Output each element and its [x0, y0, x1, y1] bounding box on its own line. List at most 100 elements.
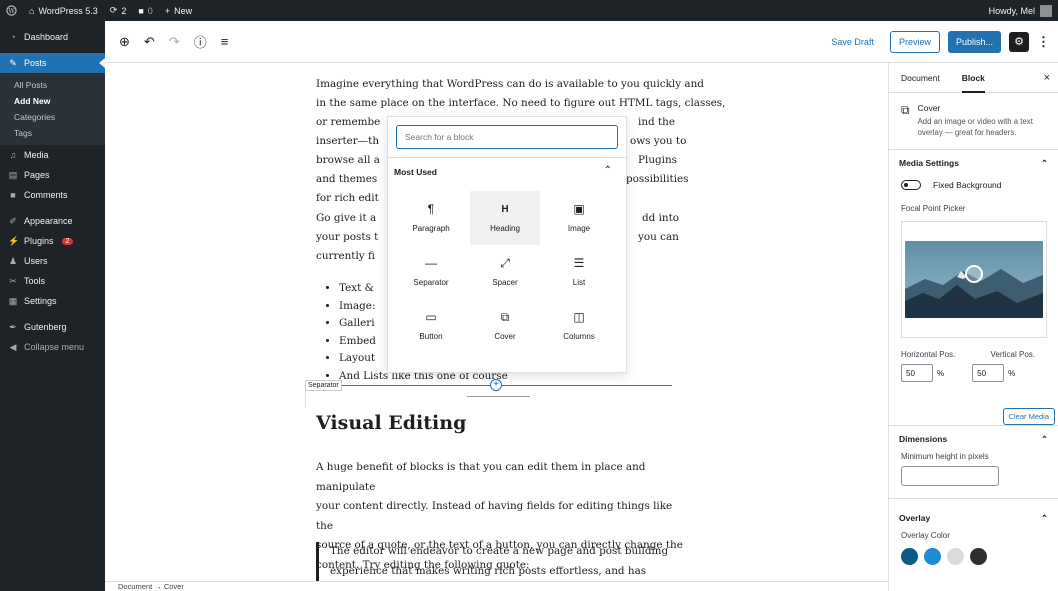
- sidebar-item-comments[interactable]: ■ Comments: [0, 185, 105, 205]
- separator-block-label: Separator: [305, 380, 342, 391]
- overlay-color-label: Overlay Color: [901, 531, 950, 540]
- block-card-title: Cover: [917, 103, 941, 113]
- block-item-button[interactable]: ▭ Button: [396, 299, 466, 353]
- cover-icon: ⧉: [901, 103, 910, 117]
- submenu-categories[interactable]: Categories: [0, 109, 105, 125]
- redo-icon[interactable]: ↷: [169, 34, 180, 50]
- add-block-icon[interactable]: ⊕: [119, 34, 130, 50]
- color-swatch[interactable]: [970, 548, 987, 565]
- inserter-toggle-plus-icon[interactable]: +: [490, 379, 502, 391]
- sidebar-item-posts[interactable]: ✎ Posts: [0, 53, 105, 73]
- sidebar-item-dashboard[interactable]: ◔ Dashboard: [0, 27, 105, 47]
- chevron-up-icon: ⌃: [1040, 157, 1048, 168]
- updates-link[interactable]: ⟳ 2: [104, 0, 133, 21]
- block-item-label: Spacer: [492, 278, 518, 287]
- submenu-add-new[interactable]: Add New: [0, 93, 105, 109]
- users-icon: ♟: [8, 255, 18, 266]
- preview-button[interactable]: Preview: [889, 30, 940, 53]
- comments-link[interactable]: ■ 0: [132, 0, 158, 21]
- min-height-input[interactable]: [901, 466, 999, 486]
- dimensions-toggle[interactable]: Dimensions ⌃: [889, 426, 1058, 452]
- tab-block[interactable]: Block: [961, 63, 985, 93]
- account-menu[interactable]: Howdy, Mel: [989, 4, 1058, 17]
- paragraph-line: possibilities: [626, 173, 689, 185]
- color-swatch[interactable]: [947, 548, 964, 565]
- vertical-pos-input[interactable]: 50: [972, 364, 1005, 382]
- overlay-color-swatches: [889, 548, 1058, 565]
- focal-point-picker[interactable]: [901, 221, 1047, 338]
- sidebar-item-media[interactable]: ♫ Media: [0, 145, 105, 165]
- sidebar-item-label: Dashboard: [24, 32, 69, 42]
- undo-icon[interactable]: ↶: [144, 34, 155, 50]
- plus-icon: +: [164, 5, 171, 16]
- sidebar-item-settings[interactable]: ▦ Settings: [0, 291, 105, 311]
- submenu-tags[interactable]: Tags: [0, 125, 105, 141]
- media-icon: ♫: [9, 150, 17, 160]
- block-item-image[interactable]: ▣ Image: [544, 191, 614, 245]
- site-name-link[interactable]: ⌂ WordPress 5.3: [23, 0, 104, 21]
- sidebar-item-plugins[interactable]: ⚡ Plugins 2: [0, 231, 105, 251]
- chevron-up-icon: ⌃: [1040, 512, 1048, 523]
- block-item-cover[interactable]: ⧉ Cover: [470, 299, 540, 353]
- button-icon: ▭: [425, 310, 437, 324]
- heading-block[interactable]: Visual Editing: [316, 412, 466, 434]
- color-swatch[interactable]: [901, 548, 918, 565]
- close-icon[interactable]: ×: [1044, 72, 1050, 84]
- new-label: New: [174, 5, 193, 16]
- fixed-background-toggle[interactable]: [901, 180, 921, 190]
- svg-text:W: W: [8, 7, 15, 15]
- info-icon[interactable]: ⓘ: [194, 32, 207, 51]
- sidebar-item-pages[interactable]: ▤ Pages: [0, 165, 105, 185]
- posts-submenu: All Posts Add New Categories Tags: [0, 73, 105, 145]
- settings-icon: ▦: [8, 295, 18, 306]
- dimensions-title: Dimensions: [899, 434, 948, 444]
- overlay-toggle[interactable]: Overlay ⌃: [889, 505, 1058, 531]
- sidebar-item-users[interactable]: ♟ Users: [0, 251, 105, 271]
- block-search-input[interactable]: Search for a block: [396, 125, 618, 149]
- block-item-paragraph[interactable]: ¶ Paragraph: [396, 191, 466, 245]
- horizontal-pos-input[interactable]: 50: [901, 364, 933, 382]
- position-inputs: 50 % 50 %: [889, 364, 1058, 382]
- sidebar-item-gutenberg[interactable]: ✒ Gutenberg: [0, 317, 105, 337]
- block-breadcrumb[interactable]: Document → Cover: [105, 581, 888, 591]
- media-settings-toggle[interactable]: Media Settings ⌃: [889, 150, 1058, 176]
- block-item-spacer[interactable]: ⤢ Spacer: [470, 245, 540, 299]
- sidebar-item-label: Users: [24, 256, 48, 266]
- focal-point-handle[interactable]: [965, 265, 983, 283]
- columns-icon: ◫: [573, 310, 585, 324]
- block-navigation-icon[interactable]: ≡: [221, 34, 229, 49]
- save-draft-button[interactable]: Save Draft: [823, 37, 882, 47]
- new-content-link[interactable]: + New: [159, 0, 198, 21]
- block-item-label: Columns: [563, 332, 595, 341]
- submenu-all-posts[interactable]: All Posts: [0, 77, 105, 93]
- most-used-heading[interactable]: Most Used: [394, 167, 437, 177]
- color-swatch[interactable]: [924, 548, 941, 565]
- tab-document[interactable]: Document: [901, 63, 940, 93]
- quote-block[interactable]: The editor will endeavor to create a new…: [316, 542, 686, 581]
- settings-gear-icon[interactable]: ⚙: [1009, 31, 1029, 52]
- wordpress-logo-icon[interactable]: W: [0, 0, 23, 21]
- block-item-heading[interactable]: H Heading: [470, 191, 540, 245]
- clear-media-button[interactable]: Clear Media: [1002, 408, 1055, 425]
- more-options-icon[interactable]: ⋮: [1037, 34, 1050, 50]
- block-item-columns[interactable]: ◫ Columns: [544, 299, 614, 353]
- block-card-description: Add an image or video with a text overla…: [917, 117, 1033, 137]
- chevron-up-icon[interactable]: ⌃: [604, 165, 612, 176]
- collapse-label: Collapse menu: [24, 342, 85, 352]
- paragraph-line: browse all a: [316, 154, 380, 166]
- panel-divider: [889, 498, 1058, 499]
- sidebar-item-tools[interactable]: ✂ Tools: [0, 271, 105, 291]
- list-icon: ☰: [573, 256, 585, 270]
- admin-bar: W ⌂ WordPress 5.3 ⟳ 2 ■ 0 + New Howdy, M…: [0, 0, 1058, 21]
- block-item-label: Button: [419, 332, 443, 341]
- sidebar-item-appearance[interactable]: ✐ Appearance: [0, 211, 105, 231]
- publish-button[interactable]: Publish...: [947, 30, 1001, 53]
- collapse-menu-button[interactable]: ◀ Collapse menu: [0, 337, 105, 357]
- pin-icon: ✎: [9, 57, 17, 68]
- separator-block[interactable]: [341, 385, 672, 386]
- media-settings-title: Media Settings: [899, 158, 959, 168]
- min-height-label: Minimum height in pixels: [901, 452, 989, 461]
- block-item-list[interactable]: ☰ List: [544, 245, 614, 299]
- editor-toolbar: ⊕ ↶ ↷ ⓘ ≡ Save Draft Preview Publish... …: [105, 21, 1058, 63]
- block-item-separator[interactable]: — Separator: [396, 245, 466, 299]
